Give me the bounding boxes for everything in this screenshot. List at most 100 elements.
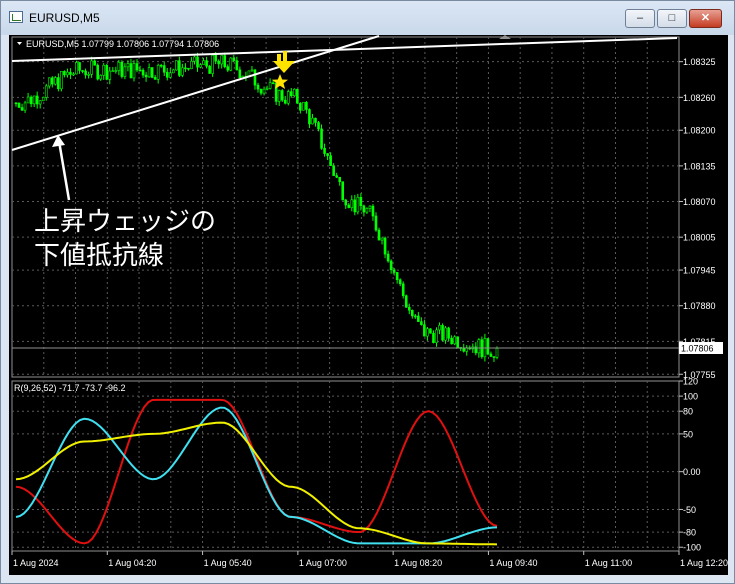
candle-body xyxy=(417,315,420,322)
chart-svg[interactable]: 上昇ウェッジの 下値抵抗線 EURUSD,M5 1.07799 1.07806 … xyxy=(9,35,728,575)
candle-body xyxy=(302,101,305,111)
candle-body xyxy=(17,102,21,108)
time-tick-label: 1 Aug 07:00 xyxy=(299,558,347,568)
candle-body xyxy=(60,71,63,90)
candle-body xyxy=(265,88,269,90)
candle-body xyxy=(407,306,411,311)
candle-body xyxy=(190,60,193,70)
title-bar[interactable]: EURUSD,M5 – □ ✕ xyxy=(1,1,734,35)
candle-body xyxy=(138,69,142,72)
candle-body xyxy=(256,84,260,90)
candle-body xyxy=(323,148,326,154)
candle-body xyxy=(362,205,366,213)
candle-body xyxy=(456,336,459,348)
candle-body xyxy=(392,269,396,273)
candle-body xyxy=(162,65,166,73)
candle-body xyxy=(108,70,112,80)
oscillator-tick-label: 120 xyxy=(683,377,698,387)
candle-body xyxy=(271,82,275,85)
candle-body xyxy=(438,325,441,331)
minimize-button[interactable]: – xyxy=(625,9,655,28)
oscillator-grid xyxy=(12,381,679,551)
candle-body xyxy=(226,66,230,71)
candle-body xyxy=(144,74,148,78)
chart-icon xyxy=(9,11,23,23)
candle-body xyxy=(129,63,133,79)
time-tick-label: 1 Aug 11:00 xyxy=(585,558,632,568)
candle-body xyxy=(141,69,145,76)
candle-body xyxy=(308,109,311,125)
candle-body xyxy=(495,348,499,358)
candle-body xyxy=(193,56,196,62)
oscillator-tick-label: 80 xyxy=(683,407,693,417)
candle-body xyxy=(356,196,360,213)
candle-body xyxy=(286,91,290,104)
candle-body xyxy=(93,60,96,66)
oscillator-tick-label: 0.00 xyxy=(683,467,701,477)
time-tick-label: 1 Aug 04:20 xyxy=(108,558,156,568)
candle-body xyxy=(196,56,199,68)
time-tick-label: 1 Aug 05:40 xyxy=(204,558,252,568)
candle-body xyxy=(159,64,163,67)
candle-body xyxy=(398,279,402,285)
time-tick-label: 1 Aug 2024 xyxy=(13,558,59,568)
candle-body xyxy=(477,339,481,354)
signal-down-arrow-icon xyxy=(273,51,295,73)
candle-body xyxy=(29,96,33,105)
candle-body xyxy=(380,237,384,241)
candle-body xyxy=(47,77,51,87)
candle-body xyxy=(259,88,263,94)
oscillator-tick-label: -100 xyxy=(683,543,701,553)
candle-body xyxy=(111,70,115,73)
candle-body xyxy=(57,77,60,90)
oscillator-tick-label: -50 xyxy=(683,505,696,515)
maximize-button[interactable]: □ xyxy=(657,9,687,28)
candle-body xyxy=(410,309,414,317)
candle-body xyxy=(462,348,466,352)
candle-body xyxy=(489,353,493,357)
candle-body xyxy=(283,99,287,104)
candle-body xyxy=(165,71,169,78)
candle-body xyxy=(371,205,375,217)
window-title: EURUSD,M5 xyxy=(29,11,100,25)
candle-body xyxy=(359,196,363,207)
candle-body xyxy=(353,199,357,213)
candle-body xyxy=(90,60,93,75)
candle-body xyxy=(202,60,205,65)
oscillator-panel-frame xyxy=(11,380,680,552)
candle-body xyxy=(432,332,435,343)
candle-body xyxy=(341,181,345,201)
candle-body xyxy=(335,175,338,178)
oscillator-tick-label: -80 xyxy=(683,528,696,538)
candle-body xyxy=(250,69,254,72)
candle-body xyxy=(184,67,187,70)
chart-area[interactable]: 上昇ウェッジの 下値抵抗線 EURUSD,M5 1.07799 1.07806 … xyxy=(9,35,728,575)
candle-body xyxy=(435,329,438,343)
candle-body xyxy=(72,73,75,76)
candle-body xyxy=(20,107,24,111)
candle-body xyxy=(126,63,130,68)
close-button[interactable]: ✕ xyxy=(689,9,722,28)
candle-body xyxy=(156,64,160,80)
candle-body xyxy=(14,102,18,105)
candle-body xyxy=(44,85,48,98)
candle-body xyxy=(238,69,242,79)
candle-body xyxy=(66,71,69,76)
candle-body xyxy=(99,75,103,80)
candle-body xyxy=(102,65,106,76)
candle-body xyxy=(178,60,181,76)
time-tick-label: 1 Aug 08:20 xyxy=(394,558,442,568)
rising-wedge-lower-trendline[interactable] xyxy=(11,35,380,151)
candle-body xyxy=(447,327,450,339)
price-tick-label: 1.08260 xyxy=(683,93,716,103)
price-tick-label: 1.08005 xyxy=(683,233,716,243)
dropdown-icon[interactable] xyxy=(17,42,22,45)
candle-body xyxy=(153,77,157,80)
price-header: EURUSD,M5 1.07799 1.07806 1.07794 1.0780… xyxy=(26,39,219,49)
candle-body xyxy=(63,71,66,76)
candle-body xyxy=(293,88,296,96)
candle-body xyxy=(386,253,390,262)
annotation-arrow-icon xyxy=(52,135,71,201)
time-axis: 1 Aug 2024 1 Aug 04:20 1 Aug 05:40 1 Aug 07… xyxy=(11,551,728,568)
candle-body xyxy=(426,328,429,337)
